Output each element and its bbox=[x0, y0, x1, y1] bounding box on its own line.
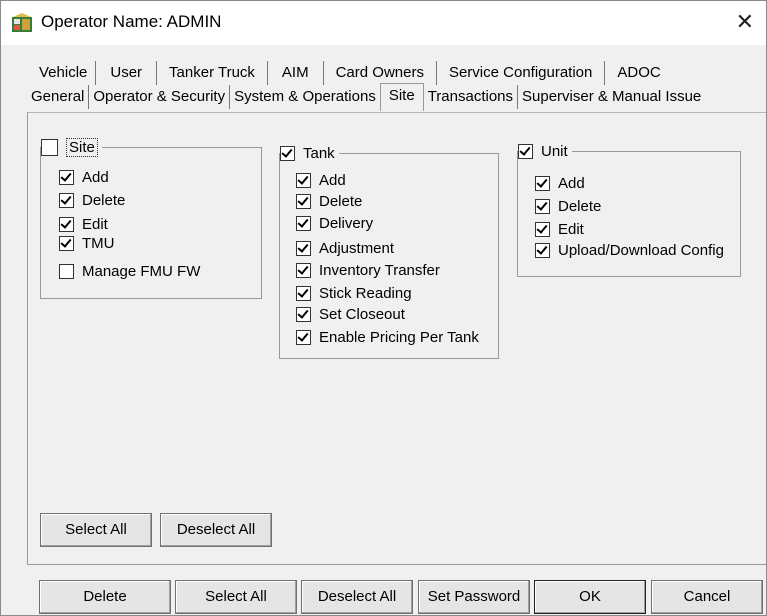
site-tab-panel: Site Add Delete Edit TMU Manage FMU FW T… bbox=[27, 112, 766, 565]
tank-stick-reading-option[interactable]: Stick Reading bbox=[296, 282, 412, 304]
tab-service-configuration[interactable]: Service Configuration bbox=[436, 61, 606, 85]
panel-deselect-all-button[interactable]: Deselect All bbox=[160, 513, 272, 547]
dialog-window: Operator Name: ADMIN ✕ Vehicle User Tank… bbox=[0, 0, 767, 616]
app-icon bbox=[12, 13, 32, 32]
tab-operator-security[interactable]: Operator & Security bbox=[89, 85, 231, 109]
unit-add-option[interactable]: Add bbox=[535, 172, 585, 194]
unit-group-checkbox[interactable] bbox=[518, 143, 533, 159]
tab-tanker-truck[interactable]: Tanker Truck bbox=[157, 61, 268, 85]
tank-group-checkbox[interactable] bbox=[280, 145, 295, 161]
tab-aim[interactable]: AIM bbox=[267, 61, 324, 85]
site-group-checkbox[interactable] bbox=[41, 138, 58, 156]
tab-vehicle[interactable]: Vehicle bbox=[31, 61, 97, 85]
select-all-button[interactable]: Select All bbox=[175, 580, 297, 614]
window-title: Operator Name: ADMIN bbox=[41, 12, 222, 31]
set-password-button[interactable]: Set Password bbox=[418, 580, 530, 614]
ok-button[interactable]: OK bbox=[534, 580, 646, 614]
tank-inventory-transfer-option[interactable]: Inventory Transfer bbox=[296, 259, 440, 281]
tab-row-2: General Operator & Security System & Ope… bbox=[27, 83, 706, 111]
site-manage-fmu-fw-option[interactable]: Manage FMU FW bbox=[59, 260, 200, 282]
tank-delivery-option[interactable]: Delivery bbox=[296, 212, 373, 234]
tab-system-operations[interactable]: System & Operations bbox=[230, 85, 380, 109]
unit-delete-option[interactable]: Delete bbox=[535, 195, 601, 217]
tab-adoc[interactable]: ADOC bbox=[605, 61, 673, 85]
cancel-button[interactable]: Cancel bbox=[651, 580, 763, 614]
tank-enable-pricing-option[interactable]: Enable Pricing Per Tank bbox=[296, 326, 479, 348]
title-bar: Operator Name: ADMIN ✕ bbox=[1, 1, 766, 45]
site-add-option[interactable]: Add bbox=[59, 166, 109, 188]
site-tmu-option[interactable]: TMU bbox=[59, 232, 115, 254]
tab-user[interactable]: User bbox=[96, 61, 158, 85]
tank-group: Tank Add Delete Delivery Adjustment Inve… bbox=[279, 143, 499, 359]
site-delete-option[interactable]: Delete bbox=[59, 189, 125, 211]
tank-adjustment-option[interactable]: Adjustment bbox=[296, 237, 394, 259]
unit-group-label: Unit bbox=[541, 142, 568, 160]
tank-delete-option[interactable]: Delete bbox=[296, 190, 362, 212]
panel-select-all-button[interactable]: Select All bbox=[40, 513, 152, 547]
deselect-all-button[interactable]: Deselect All bbox=[301, 580, 413, 614]
site-group-label: Site bbox=[66, 137, 98, 157]
tank-add-option[interactable]: Add bbox=[296, 169, 346, 191]
tank-group-label: Tank bbox=[303, 144, 335, 162]
tab-card-owners[interactable]: Card Owners bbox=[323, 61, 437, 85]
tab-superviser-manual-issue[interactable]: Superviser & Manual Issue bbox=[518, 85, 706, 109]
tab-site[interactable]: Site bbox=[379, 83, 424, 111]
tab-transactions[interactable]: Transactions bbox=[423, 85, 518, 109]
unit-group: Unit Add Delete Edit Upload/Download Con… bbox=[517, 141, 741, 277]
unit-edit-option[interactable]: Edit bbox=[535, 218, 584, 240]
unit-upload-download-config-option[interactable]: Upload/Download Config bbox=[535, 239, 724, 261]
site-group: Site Add Delete Edit TMU Manage FMU FW bbox=[40, 137, 262, 299]
tank-set-closeout-option[interactable]: Set Closeout bbox=[296, 303, 405, 325]
close-icon[interactable]: ✕ bbox=[736, 8, 754, 36]
delete-button[interactable]: Delete bbox=[39, 580, 171, 614]
tab-row-1: Vehicle User Tanker Truck AIM Card Owner… bbox=[31, 61, 673, 87]
tab-general[interactable]: General bbox=[27, 85, 90, 109]
